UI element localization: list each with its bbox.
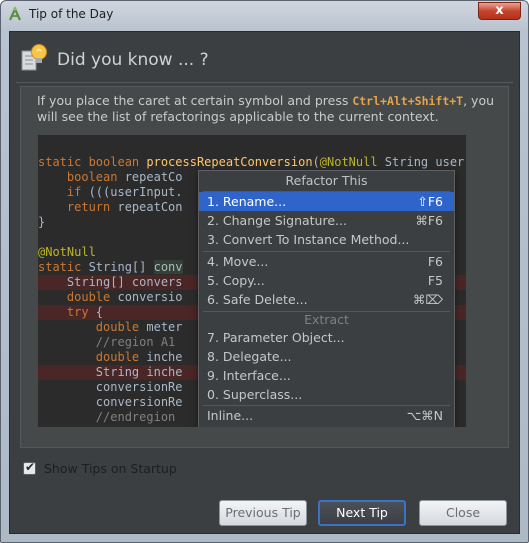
tip-text: If you place the caret at certain symbol…	[37, 93, 503, 125]
menu-item-convert-to-instance-method[interactable]: 3. Convert To Instance Method...	[199, 230, 454, 249]
window-close-button[interactable]: x	[478, 2, 521, 20]
menu-item-label: 6. Safe Delete...	[207, 292, 308, 307]
menu-item-inline[interactable]: Inline... ⌥⌘N	[199, 406, 454, 425]
show-tips-checkbox[interactable]: ✔	[23, 460, 36, 475]
code-token: (	[312, 155, 320, 169]
title-bar[interactable]: Tip of the Day x	[1, 1, 528, 29]
menu-item-shortcut: F5	[427, 273, 443, 288]
tip-panel: If you place the caret at certain symbol…	[20, 86, 509, 448]
close-button[interactable]: Close	[419, 500, 507, 526]
refactor-popup: Refactor This 1. Rename... ⇧F6 2. Change …	[198, 170, 455, 427]
menu-item-label: 9. Interface...	[207, 368, 291, 383]
code-token: //region A1	[38, 335, 176, 349]
tip-of-the-day-dialog: Tip of the Day x Did you know ... ? If y…	[0, 0, 529, 543]
close-icon: x	[495, 3, 504, 18]
menu-item-label: 4. Move...	[207, 254, 269, 269]
tip-text-before: If you place the caret at certain symbol…	[37, 93, 353, 108]
code-token: double	[38, 290, 118, 304]
code-token: String[] convers	[38, 275, 183, 289]
menu-item-superclass[interactable]: 0. Superclass...	[199, 385, 454, 404]
menu-item-label: 1. Rename...	[207, 194, 287, 209]
code-token: repeatCo	[124, 170, 183, 184]
menu-item-change-signature[interactable]: 2. Change Signature... ⌘F6	[199, 211, 454, 230]
menu-item-label: Inline...	[207, 408, 254, 423]
code-token: return	[38, 200, 118, 214]
code-token: try	[38, 305, 96, 319]
menu-item-label: 0. Superclass...	[207, 387, 303, 402]
code-token: if	[38, 185, 89, 199]
header: Did you know ... ?	[10, 32, 519, 80]
code-line: static boolean processRepeatConversion(@…	[38, 155, 466, 170]
code-token: }	[38, 215, 46, 229]
code-token: String[]	[88, 260, 154, 274]
code-token: String inche	[38, 365, 183, 379]
code-token: conversio	[117, 290, 183, 304]
menu-item-rename[interactable]: 1. Rename... ⇧F6	[199, 192, 454, 211]
menu-item-shortcut: ⌘F6	[415, 213, 443, 228]
menu-item-safe-delete[interactable]: 6. Safe Delete... ⌘⌦	[199, 290, 454, 309]
menu-item-label: 8. Delegate...	[207, 349, 292, 364]
android-studio-icon	[8, 6, 22, 21]
next-tip-button[interactable]: Next Tip	[318, 500, 406, 526]
window-title: Tip of the Day	[29, 7, 114, 21]
code-token: conversionRe	[38, 380, 183, 394]
menu-item-move[interactable]: 4. Move... F6	[199, 252, 454, 271]
code-token: {	[95, 305, 104, 319]
checkmark-icon: ✔	[25, 460, 36, 474]
code-token: String user	[377, 155, 465, 169]
code-token: static	[38, 260, 89, 274]
menu-item-label: 5. Copy...	[207, 273, 265, 288]
code-token: @NotNull	[319, 155, 378, 169]
code-token: repeatCon	[117, 200, 183, 214]
menu-item-label: 7. Parameter Object...	[207, 330, 345, 345]
code-token: boolean	[38, 170, 125, 184]
menu-item-shortcut: ⌘⌦	[412, 292, 443, 307]
previous-tip-button[interactable]: Previous Tip	[219, 500, 307, 526]
header-title: Did you know ... ?	[57, 50, 209, 70]
header-divider	[16, 82, 513, 83]
tip-shortcut: Ctrl+Alt+Shift+T	[352, 94, 464, 108]
menu-item-delegate[interactable]: 8. Delegate...	[199, 347, 454, 366]
menu-item-shortcut: ⌥⌘N	[406, 408, 443, 423]
code-example: static boolean processRepeatConversion(@…	[38, 135, 466, 427]
code-token: conversionRe	[38, 395, 183, 409]
code-token: static boolean	[38, 155, 147, 169]
menu-item-label: 3. Convert To Instance Method...	[207, 232, 410, 247]
group-extract-label: Extract	[304, 312, 349, 327]
menu-item-interface[interactable]: 9. Interface...	[199, 366, 454, 385]
code-token: //endregion	[38, 410, 176, 424]
dialog-content: Did you know ... ? If you place the care…	[9, 31, 520, 534]
code-token: (((userInput.	[88, 185, 183, 199]
menu-item-shortcut: ⇧F6	[417, 194, 443, 209]
menu-item-parameter-object[interactable]: 7. Parameter Object...	[199, 328, 454, 347]
lightbulb-icon	[21, 44, 47, 71]
menu-item-label: 2. Change Signature...	[207, 213, 347, 228]
code-token: @NotNull	[38, 245, 96, 259]
menu-item-shortcut: F6	[427, 254, 443, 269]
code-token: inche	[146, 350, 183, 364]
code-token: conv	[153, 260, 183, 274]
code-token: processRepeatConversion	[146, 155, 313, 169]
code-token: meter	[146, 320, 183, 334]
popup-title: Refactor This	[285, 173, 368, 188]
menu-item-copy[interactable]: 5. Copy... F5	[199, 271, 454, 290]
code-token: double	[38, 350, 147, 364]
code-token: double	[38, 320, 147, 334]
show-tips-label[interactable]: Show Tips on Startup	[44, 461, 177, 476]
